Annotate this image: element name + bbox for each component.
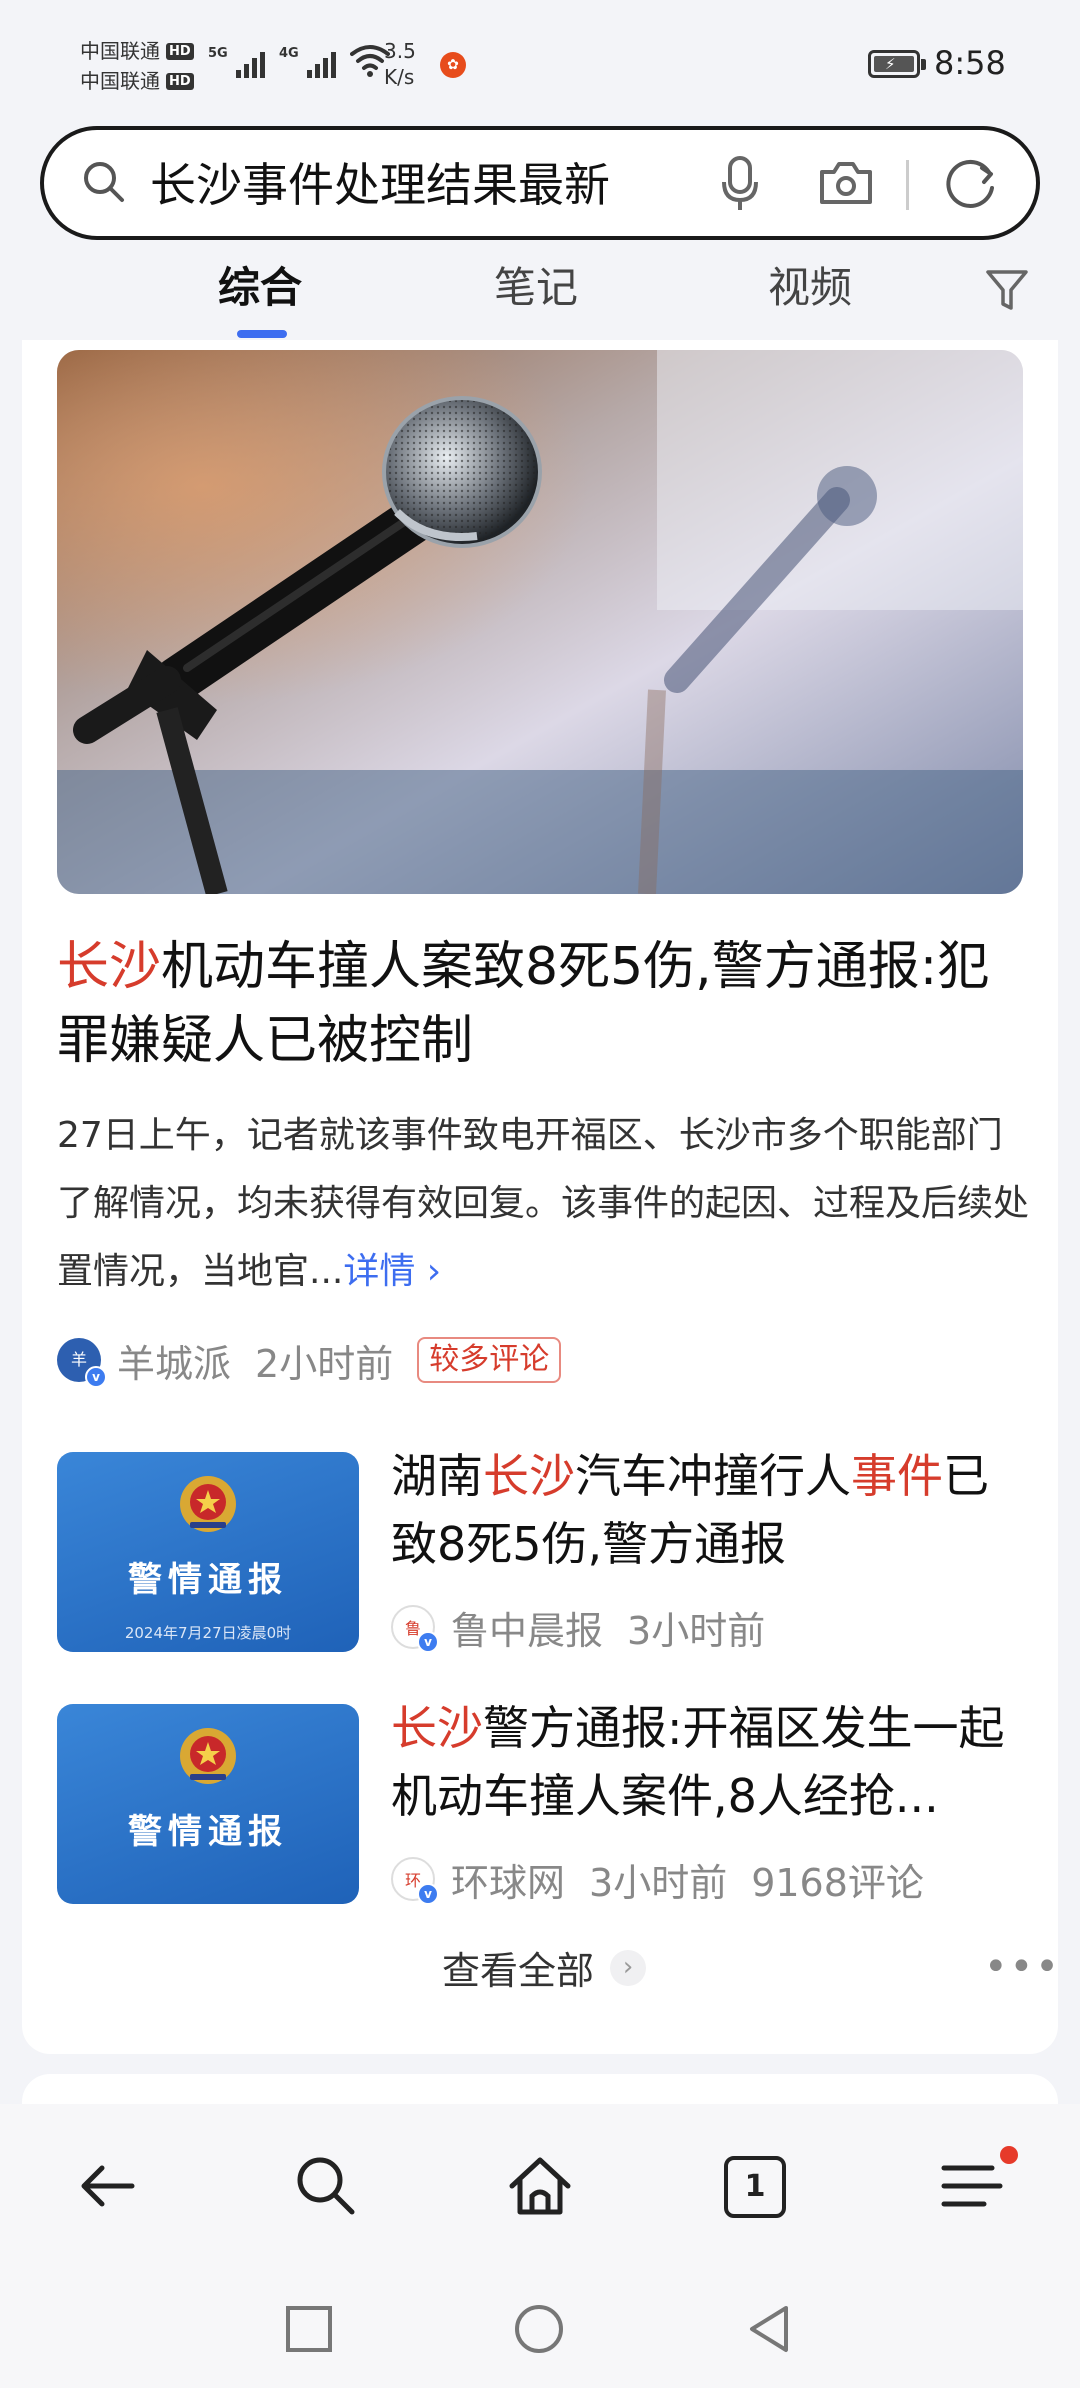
news-thumbnail: 警情通报 2024年7月27日凌晨0时 [57, 1452, 359, 1652]
source-avatar: 羊 v [57, 1338, 107, 1388]
menu-icon[interactable] [936, 2150, 1008, 2222]
microphone-icon[interactable] [716, 152, 764, 214]
refresh-icon[interactable] [942, 154, 1000, 212]
chevron-right-icon: › [610, 1949, 647, 1986]
detail-link[interactable]: 详情 › [343, 1251, 441, 1292]
tab-notes[interactable]: 笔记 [494, 260, 578, 316]
news-item-title: 湖南长沙汽车冲撞行人事件已致8死5伤,警方通报 [391, 1449, 989, 1571]
camera-icon[interactable] [816, 158, 876, 208]
signal-5g-icon: 5G [208, 46, 265, 78]
source-avatar: 鲁 v [391, 1605, 439, 1653]
network-speed: 3.5 K/s [384, 39, 416, 89]
back-arrow-icon[interactable] [72, 2150, 144, 2222]
filter-icon[interactable] [984, 266, 1030, 314]
recent-apps-icon[interactable] [282, 2302, 336, 2356]
browser-bottom-nav: 1 [0, 2104, 1080, 2270]
result-title[interactable]: 长沙机动车撞人案致8死5伤,警方通报:犯罪嫌疑人已被控制 [57, 930, 1037, 1078]
search-bar[interactable]: 长沙事件处理结果最新 [40, 126, 1040, 240]
carrier-info: 中国联通 HD 中国联通 HD [80, 36, 194, 96]
battery-icon: ⚡ [868, 50, 926, 78]
more-options-icon[interactable]: ••• [984, 1944, 1061, 1990]
publish-time: 2小时前 [255, 1341, 394, 1386]
carrier-2-label: 中国联通 [80, 69, 160, 93]
result-snippet: 27日上午，记者就该事件致电开福区、长沙市多个职能部门了解情况，均未获得有效回复… [57, 1115, 1030, 1292]
home-icon[interactable] [504, 2150, 576, 2222]
status-bar: 中国联通 HD 中国联通 HD 5G 4G 3.5 K/s ✿ ⚡ 8:58 [0, 0, 1080, 120]
publish-time: 3小时前 [627, 1608, 766, 1653]
publish-time: 3小时前 [589, 1860, 728, 1905]
home-circle-icon[interactable] [512, 2302, 566, 2356]
active-tab-indicator [237, 330, 287, 338]
news-item[interactable]: 警情通报 长沙警方通报:开福区发生一起机动车撞人案件,8人经抢... 环 v 环… [57, 1701, 1037, 1906]
search-icon [84, 162, 124, 202]
source-name[interactable]: 环球网 [451, 1852, 565, 1907]
police-emblem-icon [180, 1728, 236, 1784]
source-avatar: 环 v [391, 1857, 439, 1905]
hot-comments-tag: 较多评论 [417, 1337, 562, 1383]
search-input[interactable]: 长沙事件处理结果最新 [150, 156, 610, 214]
news-item-title: 长沙警方通报:开福区发生一起机动车撞人案件,8人经抢... [391, 1701, 1005, 1823]
system-nav-bar [0, 2270, 1080, 2388]
tab-videos[interactable]: 视频 [768, 260, 852, 316]
hero-image[interactable] [57, 350, 1023, 894]
result-meta: 羊 v 羊城派 2小时前 较多评论 [57, 1330, 562, 1390]
tabs-count-button[interactable]: 1 [724, 2156, 786, 2218]
police-emblem-icon [180, 1476, 236, 1532]
hd-badge: HD [166, 72, 194, 90]
carrier-1-label: 中国联通 [80, 39, 160, 63]
news-item-meta: 鲁 v 鲁中晨报 3小时前 [391, 1600, 789, 1654]
microphone-image [57, 350, 1023, 894]
verified-icon: v [85, 1366, 107, 1388]
verified-icon: v [417, 1883, 439, 1905]
back-triangle-icon[interactable] [742, 2302, 796, 2356]
tab-comprehensive[interactable]: 综合 [218, 260, 302, 316]
app-notification-icon: ✿ [440, 52, 466, 78]
news-thumbnail: 警情通报 [57, 1704, 359, 1904]
source-name[interactable]: 鲁中晨报 [451, 1600, 603, 1655]
notification-dot [1000, 2146, 1018, 2164]
divider [906, 160, 909, 210]
signal-4g-icon: 4G [279, 46, 336, 78]
result-tabs: 综合 笔记 视频 [0, 250, 1080, 340]
search-result-card: 长沙机动车撞人案致8死5伤,警方通报:犯罪嫌疑人已被控制 27日上午，记者就该事… [22, 340, 1061, 2054]
network-indicators: 5G 4G [208, 42, 390, 78]
news-item[interactable]: 警情通报 2024年7月27日凌晨0时 湖南长沙汽车冲撞行人事件已致8死5伤,警… [57, 1449, 1037, 1654]
news-item-meta: 环 v 环球网 3小时前 9168评论 [391, 1852, 948, 1906]
search-icon[interactable] [290, 2150, 362, 2222]
see-all-button[interactable]: 查看全部 › [442, 1940, 647, 1995]
hd-badge: HD [166, 42, 194, 60]
comment-count: 9168评论 [751, 1860, 924, 1905]
source-name[interactable]: 羊城派 [117, 1333, 231, 1388]
verified-icon: v [417, 1631, 439, 1653]
clock: 8:58 [934, 44, 1006, 82]
